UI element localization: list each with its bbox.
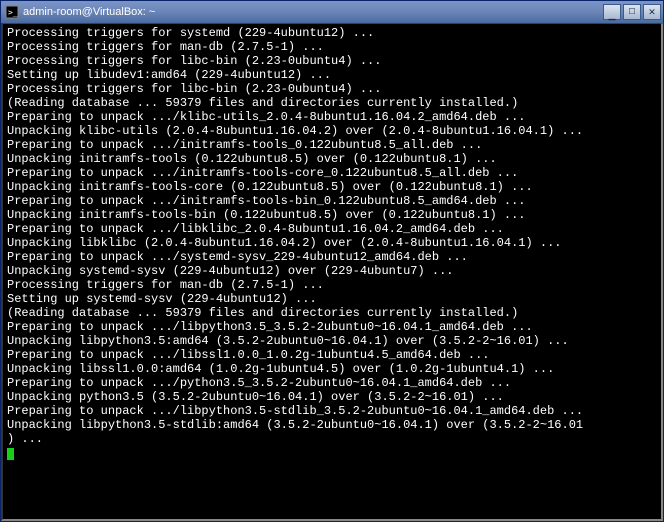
- terminal-line: Preparing to unpack .../systemd-sysv_229…: [7, 250, 657, 264]
- terminal-line: Unpacking systemd-sysv (229-4ubuntu12) o…: [7, 264, 657, 278]
- terminal-line: Unpacking klibc-utils (2.0.4-8ubuntu1.16…: [7, 124, 657, 138]
- terminal-cursor-line: [7, 446, 657, 460]
- terminal-line: ) ...: [7, 432, 657, 446]
- terminal-window: >_ admin-room@VirtualBox: ~ ▁ ☐ ✕ Proces…: [0, 0, 664, 522]
- terminal-line: Preparing to unpack .../libpython3.5_3.5…: [7, 320, 657, 334]
- terminal-line: Unpacking libklibc (2.0.4-8ubuntu1.16.04…: [7, 236, 657, 250]
- terminal-line: Preparing to unpack .../libpython3.5-std…: [7, 404, 657, 418]
- terminal-line: Preparing to unpack .../libklibc_2.0.4-8…: [7, 222, 657, 236]
- window-controls: ▁ ☐ ✕: [603, 4, 661, 20]
- terminal-line: Unpacking initramfs-tools-bin (0.122ubun…: [7, 208, 657, 222]
- terminal-line: Preparing to unpack .../initramfs-tools_…: [7, 138, 657, 152]
- terminal-line: (Reading database ... 59379 files and di…: [7, 96, 657, 110]
- terminal-line: Processing triggers for man-db (2.7.5-1)…: [7, 278, 657, 292]
- terminal-line: (Reading database ... 59379 files and di…: [7, 306, 657, 320]
- close-button[interactable]: ✕: [643, 4, 661, 20]
- minimize-button[interactable]: ▁: [603, 4, 621, 20]
- terminal-line: Unpacking python3.5 (3.5.2-2ubuntu0~16.0…: [7, 390, 657, 404]
- terminal-line: Unpacking initramfs-tools-core (0.122ubu…: [7, 180, 657, 194]
- terminal-line: Preparing to unpack .../python3.5_3.5.2-…: [7, 376, 657, 390]
- terminal-line: Processing triggers for man-db (2.7.5-1)…: [7, 40, 657, 54]
- terminal-line: Preparing to unpack .../libssl1.0.0_1.0.…: [7, 348, 657, 362]
- terminal-output[interactable]: Processing triggers for systemd (229-4ub…: [1, 23, 663, 521]
- terminal-line: Processing triggers for libc-bin (2.23-0…: [7, 54, 657, 68]
- terminal-line: Processing triggers for libc-bin (2.23-0…: [7, 82, 657, 96]
- terminal-icon: >_: [5, 5, 19, 19]
- terminal-line: Unpacking libpython3.5-stdlib:amd64 (3.5…: [7, 418, 657, 432]
- terminal-line: Unpacking libssl1.0.0:amd64 (1.0.2g-1ubu…: [7, 362, 657, 376]
- terminal-line: Preparing to unpack .../initramfs-tools-…: [7, 194, 657, 208]
- maximize-button[interactable]: ☐: [623, 4, 641, 20]
- cursor: [7, 448, 14, 460]
- terminal-line: Preparing to unpack .../initramfs-tools-…: [7, 166, 657, 180]
- terminal-line: Processing triggers for systemd (229-4ub…: [7, 26, 657, 40]
- terminal-line: Preparing to unpack .../klibc-utils_2.0.…: [7, 110, 657, 124]
- terminal-line: Setting up systemd-sysv (229-4ubuntu12) …: [7, 292, 657, 306]
- terminal-line: Unpacking libpython3.5:amd64 (3.5.2-2ubu…: [7, 334, 657, 348]
- terminal-line: Setting up libudev1:amd64 (229-4ubuntu12…: [7, 68, 657, 82]
- window-title: admin-room@VirtualBox: ~: [23, 6, 603, 18]
- terminal-line: Unpacking initramfs-tools (0.122ubuntu8.…: [7, 152, 657, 166]
- title-bar[interactable]: >_ admin-room@VirtualBox: ~ ▁ ☐ ✕: [1, 1, 663, 23]
- svg-text:>_: >_: [8, 8, 18, 17]
